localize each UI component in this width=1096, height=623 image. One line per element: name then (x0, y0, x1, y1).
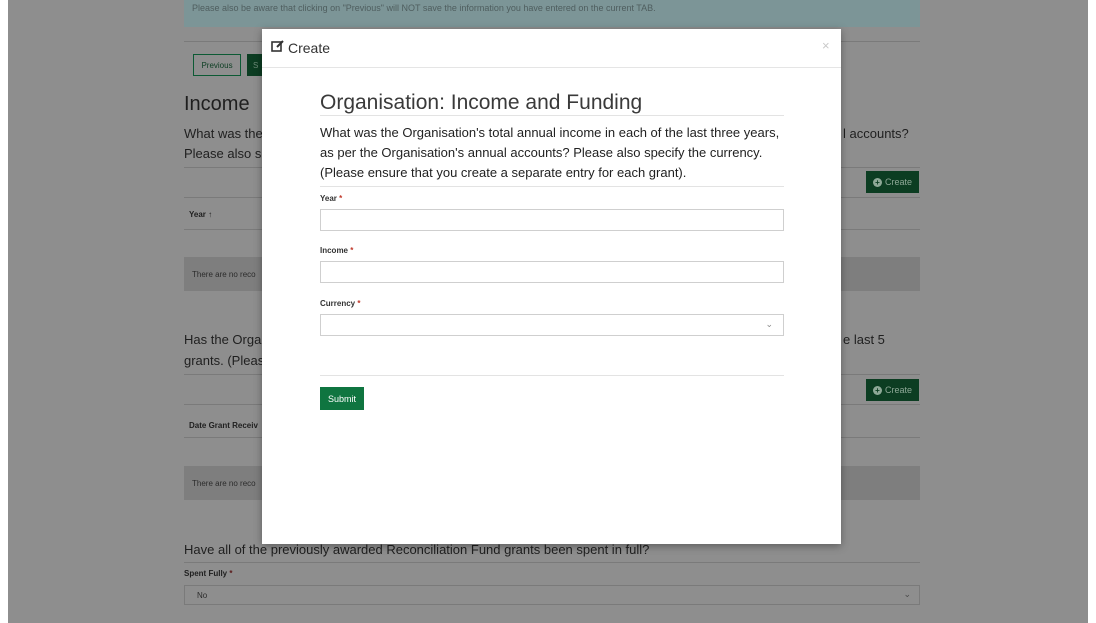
notice-text: Please also be aware that clicking on "P… (192, 3, 656, 13)
close-button[interactable]: × (822, 38, 830, 53)
spent-fully-select[interactable]: No ⌄ (184, 585, 920, 605)
required-mark: * (350, 246, 354, 255)
year-input[interactable] (320, 209, 784, 231)
modal-title: Create (271, 39, 330, 56)
year-header-label: Year (189, 210, 206, 219)
currency-select[interactable]: ⌄ (320, 314, 784, 336)
previous-button[interactable]: Previous (193, 54, 241, 76)
form-description: What was the Organisation's total annual… (320, 125, 780, 180)
required-mark: * (357, 299, 361, 308)
divider (184, 562, 920, 563)
required-mark: * (339, 194, 343, 203)
section-heading: Income (184, 93, 250, 115)
create-modal: Create × Organisation: Income and Fundin… (262, 29, 841, 544)
income-input[interactable] (320, 261, 784, 283)
create-grant-button[interactable]: + Create (866, 379, 919, 401)
edit-icon (271, 39, 285, 56)
plus-circle-icon: + (872, 385, 882, 395)
question-income-text-end: l accounts? (843, 126, 909, 141)
sort-up-arrow-icon: ↑ (208, 210, 213, 219)
question-income-text-2: Please also sp (184, 146, 269, 161)
create-label: Create (884, 177, 912, 187)
divider (320, 186, 784, 187)
empty-text: There are no reco (192, 479, 256, 488)
income-label: Income * (320, 246, 354, 255)
question-income-text: What was the (184, 126, 263, 141)
modal-title-text: Create (288, 39, 331, 56)
question-grants-text-end: e last 5 (843, 332, 885, 347)
spent-fully-label: Spent Fully * (184, 569, 233, 578)
question-grants-text-2: grants. (Pleas (184, 353, 265, 368)
table-header-date-grant[interactable]: Date Grant Receiv (189, 421, 258, 430)
required-mark: * (229, 569, 233, 578)
notice-banner: Please also be aware that clicking on "P… (184, 0, 920, 27)
chevron-down-icon: ⌄ (765, 319, 773, 329)
year-label: Year * (320, 194, 343, 203)
currency-label: Currency * (320, 299, 361, 308)
empty-text: There are no reco (192, 270, 256, 279)
form-title: Organisation: Income and Funding (320, 91, 643, 114)
table-header-year[interactable]: Year ↑ (189, 210, 212, 219)
divider (320, 115, 784, 116)
plus-circle-icon: + (872, 177, 882, 187)
spent-fully-value: No (197, 591, 208, 600)
modal-header: Create × (262, 29, 841, 68)
question-grants-text: Has the Orga (184, 332, 262, 347)
create-label: Create (884, 385, 912, 395)
divider (320, 375, 784, 376)
create-income-button[interactable]: + Create (866, 171, 919, 193)
chevron-down-icon: ⌄ (903, 589, 911, 599)
submit-button[interactable]: Submit (320, 387, 364, 410)
